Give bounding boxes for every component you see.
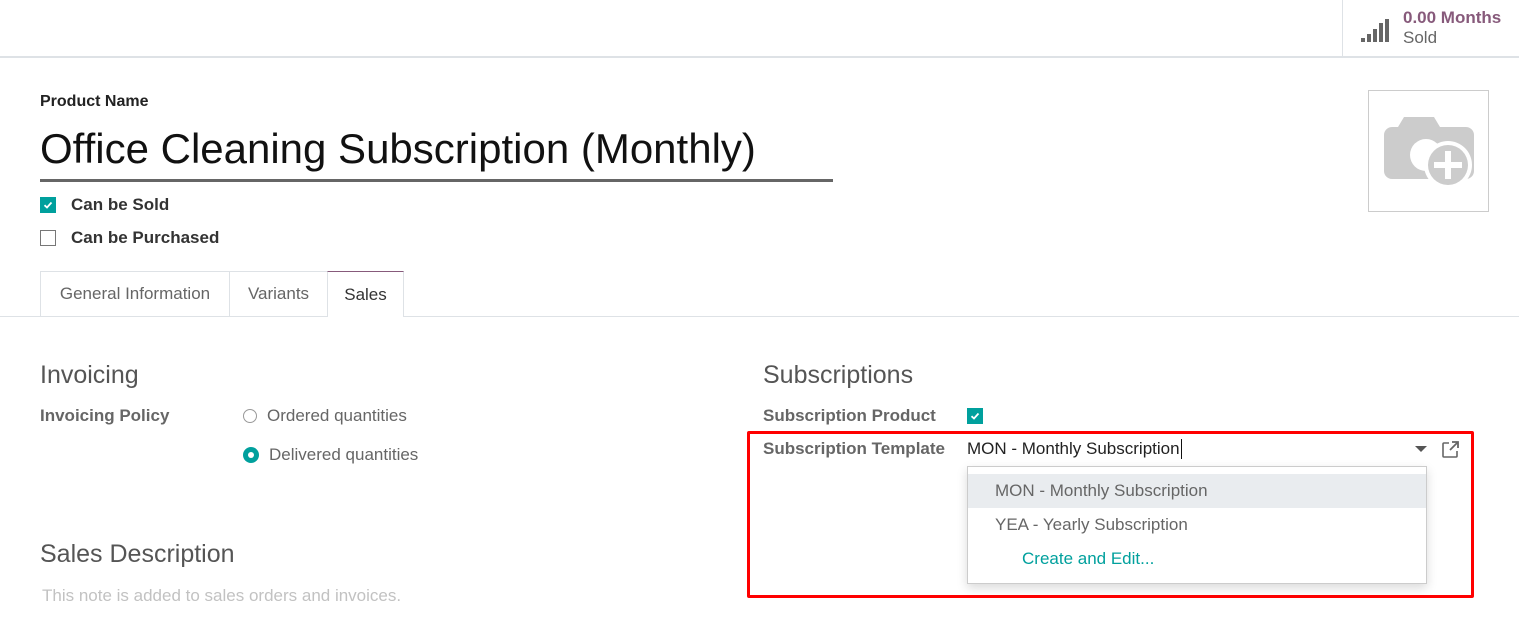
sales-description-input[interactable]: This note is added to sales orders and i…	[42, 586, 401, 606]
subscription-product-checkbox[interactable]	[967, 408, 983, 424]
checkbox-checked-icon[interactable]	[40, 197, 56, 213]
dropdown-option-yearly[interactable]: YEA - Yearly Subscription	[968, 508, 1426, 542]
dropdown-option-monthly[interactable]: MON - Monthly Subscription	[968, 474, 1426, 508]
can-be-purchased-label: Can be Purchased	[71, 228, 220, 247]
check-icon	[970, 412, 980, 420]
text-cursor	[1180, 439, 1182, 459]
tab-general-information[interactable]: General Information	[40, 271, 230, 316]
ordered-quantities-label: Ordered quantities	[267, 406, 407, 425]
notebook-tabs: General Information Variants Sales	[0, 270, 1519, 317]
product-name-input[interactable]: Office Cleaning Subscription (Monthly)	[40, 122, 833, 182]
radio-selected-icon[interactable]	[243, 447, 259, 463]
subscriptions-section-title: Subscriptions	[763, 361, 914, 389]
subscription-template-label: Subscription Template	[763, 439, 945, 458]
checkbox-unchecked-icon[interactable]	[40, 230, 56, 246]
external-link-icon[interactable]	[1441, 440, 1460, 459]
dropdown-create-and-edit[interactable]: Create and Edit...	[968, 542, 1426, 576]
months-sold-value: 0.00 Months	[1403, 8, 1502, 27]
months-sold-smart-button[interactable]: 0.00 Months Sold	[1342, 0, 1519, 56]
months-sold-label: Sold	[1403, 28, 1438, 47]
invoicing-section-title: Invoicing	[40, 361, 139, 389]
can-be-sold-label: Can be Sold	[71, 195, 170, 214]
subscription-template-dropdown: MON - Monthly Subscription YEA - Yearly …	[967, 466, 1427, 584]
radio-unselected-icon[interactable]	[243, 409, 257, 423]
control-panel: 0.00 Months Sold	[0, 0, 1519, 58]
delivered-quantities-label: Delivered quantities	[269, 445, 419, 464]
dropdown-caret-icon[interactable]	[1415, 446, 1427, 452]
radio-delivered-quantities[interactable]: Delivered quantities	[243, 445, 418, 465]
can-be-purchased-checkbox[interactable]: Can be Purchased	[40, 228, 219, 248]
camera-plus-icon	[1383, 117, 1474, 189]
subscription-product-label: Subscription Product	[763, 406, 936, 425]
tab-sales[interactable]: Sales	[327, 271, 404, 317]
invoicing-policy-label: Invoicing Policy	[40, 406, 170, 425]
signal-bars-icon	[1361, 19, 1389, 42]
product-name-label: Product Name	[40, 93, 149, 110]
product-image-upload[interactable]	[1368, 90, 1489, 212]
can-be-sold-checkbox[interactable]: Can be Sold	[40, 195, 169, 215]
subscription-template-input[interactable]: MON - Monthly Subscription	[967, 437, 1437, 461]
tab-variants[interactable]: Variants	[229, 271, 328, 316]
sales-description-title: Sales Description	[40, 540, 235, 568]
subscription-template-value: MON - Monthly Subscription	[967, 439, 1180, 458]
radio-ordered-quantities[interactable]: Ordered quantities	[243, 406, 407, 426]
